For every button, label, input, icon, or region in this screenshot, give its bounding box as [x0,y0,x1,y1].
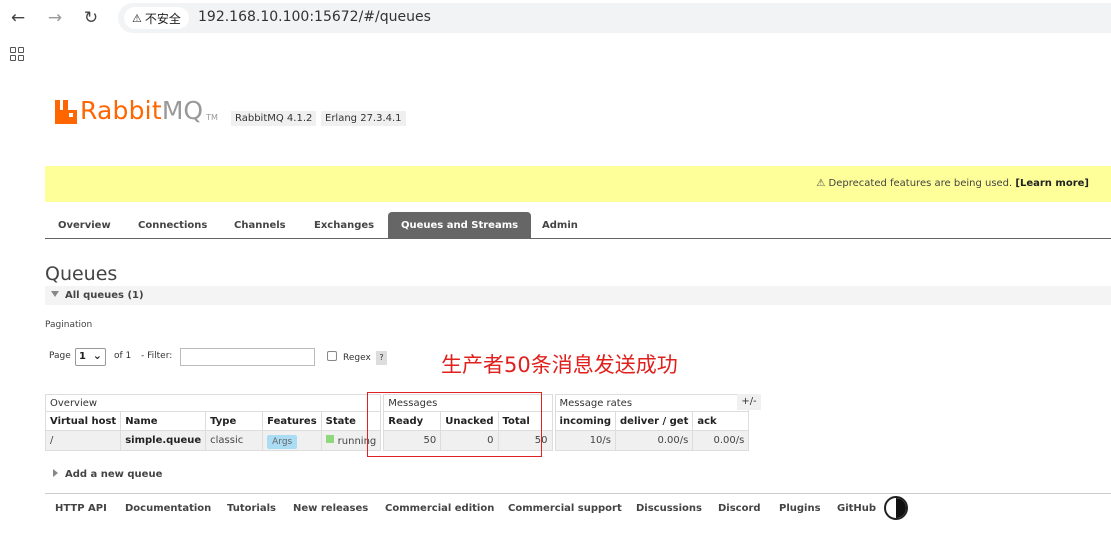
add-new-queue-toggle[interactable]: Add a new queue [65,469,162,480]
tab-channels[interactable]: Channels [221,212,299,239]
apps-grid-icon[interactable] [10,47,24,61]
tab-queues-and-streams[interactable]: Queues and Streams [388,212,532,239]
main-tabs: Overview Connections Channels Exchanges … [45,212,1111,239]
banner-message: Deprecated features are being used. [828,178,1013,189]
browser-toolbar: ← → ↻ ⚠ 不安全 192.168.10.100:15672/#/queue… [0,0,1111,36]
regex-checkbox[interactable] [327,351,337,361]
deprecation-banner: ⚠ Deprecated features are being used. [L… [45,166,1111,202]
tab-connections[interactable]: Connections [125,212,220,239]
page-label: Page [49,351,71,361]
warning-icon: ⚠ [816,178,826,189]
cell-type: classic [205,430,264,451]
tab-admin[interactable]: Admin [529,212,591,239]
col-deliver-get[interactable]: deliver / get [614,411,694,431]
security-warning-label: 不安全 [144,11,181,26]
col-name[interactable]: Name [120,411,207,431]
footer-link-discussions[interactable]: Discussions [636,503,702,514]
filter-label: - Filter: [141,351,173,361]
page-select-value: 1 [79,351,86,362]
footer-link-plugins[interactable]: Plugins [779,503,821,514]
queue-name-link[interactable]: simple.queue [120,430,207,451]
url-text[interactable]: 192.168.10.100:15672/#/queues [198,9,431,25]
page-select[interactable]: 1 ⌄ [75,348,106,366]
security-chip[interactable]: ⚠ 不安全 [124,7,189,29]
pagination-label: Pagination [45,320,93,330]
expand-arrow-icon [53,469,58,477]
page-title: Queues [45,263,118,285]
footer-link-discord[interactable]: Discord [718,503,761,514]
column-toggle-button[interactable]: +/- [737,394,761,410]
cell-incoming: 10/s [554,430,617,451]
cell-features: Args [262,430,322,451]
filter-input[interactable] [180,348,315,366]
col-virtual-host[interactable]: Virtual host [44,411,122,431]
learn-more-link[interactable]: [Learn more] [1015,178,1089,189]
footer-link-http-api[interactable]: HTTP API [55,503,107,514]
footer-link-commercial-edition[interactable]: Commercial edition [385,503,494,514]
all-queues-label: All queues (1) [65,290,144,301]
footer-link-documentation[interactable]: Documentation [125,503,211,514]
banner-text: ⚠ Deprecated features are being used. [L… [816,178,1089,189]
rabbitmq-version: RabbitMQ 4.1.2 [231,111,317,126]
page-count-label: of 1 [114,351,132,361]
group-message-rates: Message rates [554,394,750,412]
all-queues-toggle[interactable]: All queues (1) [45,286,1111,305]
footer-link-tutorials[interactable]: Tutorials [227,503,276,514]
footer-link-commercial-support[interactable]: Commercial support [508,503,622,514]
forward-icon[interactable]: → [44,7,66,29]
col-type[interactable]: Type [205,411,264,431]
regex-label: Regex [343,353,371,363]
rabbitmq-logo[interactable]: Rabbit MQ TM [55,96,218,124]
warning-icon: ⚠ [132,11,142,25]
cell-ack: 0.00/s [692,430,750,451]
args-badge[interactable]: Args [267,434,298,449]
logo-tm-text: TM [206,113,218,122]
col-ack[interactable]: ack [692,411,750,431]
logo-rabbit-text: Rabbit [80,96,162,125]
regex-help-button[interactable]: ? [376,351,387,365]
rabbitmq-logo-icon [55,100,77,124]
running-status-icon [325,434,334,443]
col-incoming[interactable]: incoming [554,411,617,431]
erlang-version: Erlang 27.3.4.1 [321,111,406,126]
col-features[interactable]: Features [262,411,322,431]
footer-link-github[interactable]: GitHub [837,503,876,514]
footer: HTTP API Documentation Tutorials New rel… [45,493,1111,523]
logo-mq-text: MQ [161,96,204,125]
tab-overview[interactable]: Overview [45,212,124,239]
annotation-text: 生产者50条消息发送成功 [441,353,678,377]
chevron-down-icon: ⌄ [92,349,102,362]
group-overview: Overview [44,394,382,412]
footer-link-new-releases[interactable]: New releases [293,503,368,514]
address-bar[interactable]: ⚠ 不安全 192.168.10.100:15672/#/queues [118,3,1111,33]
reload-icon[interactable]: ↻ [80,7,102,29]
tab-exchanges[interactable]: Exchanges [301,212,387,239]
cell-vhost: / [44,430,122,451]
collapse-arrow-icon [51,291,59,297]
annotation-highlight-box [367,392,542,457]
back-icon[interactable]: ← [7,7,29,29]
cell-deliver-get: 0.00/s [614,430,694,451]
theme-toggle-icon[interactable] [884,496,908,520]
